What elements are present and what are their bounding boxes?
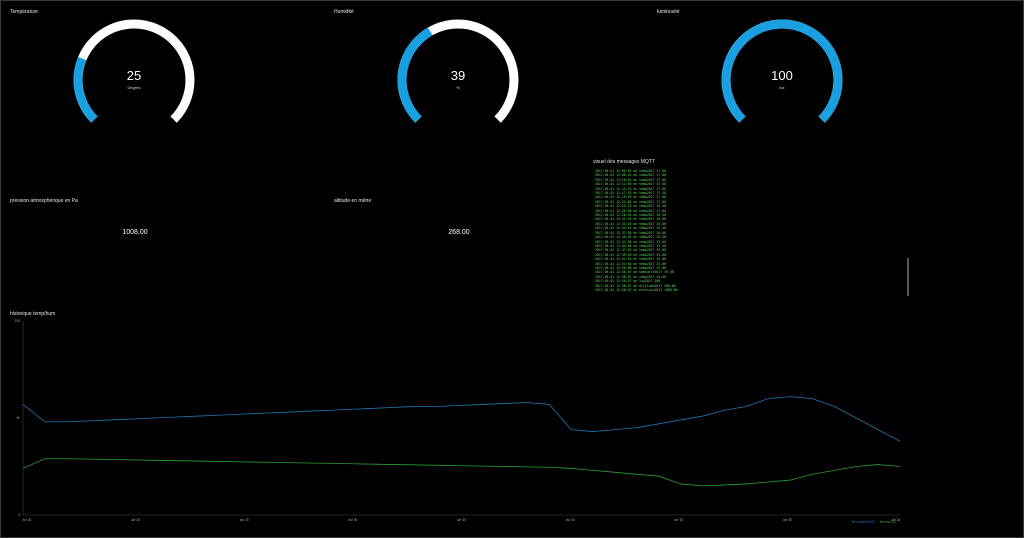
temperature-value: 25 xyxy=(126,68,142,83)
altitude-value: 268.00 xyxy=(448,229,470,236)
y-tick-label: 100 xyxy=(15,319,21,323)
x-tick-label: avr 30 xyxy=(457,518,466,522)
history-chart: 100 50 0 avr 30 avr 30 avr 30 avr 30 avr 30 avr … xyxy=(0,318,910,530)
y-tick-label: 50 xyxy=(16,416,20,420)
humidity-unit: % xyxy=(456,85,460,90)
mqtt-message: 2017-05-01 12:58:07 on pression2017 1008… xyxy=(595,287,678,292)
pressure-value: 1008.00 xyxy=(122,229,148,236)
temperature-gauge: 25 Degres xyxy=(69,18,199,128)
legend-humidity: ■ humidite2017 xyxy=(852,520,875,524)
x-tick-label: avr 30 xyxy=(240,518,249,522)
legend-humidity-label: humidite2017 xyxy=(855,520,876,524)
mqtt-message-list[interactable]: 2017-05-01 12:05:53 on temp2017 27.00 201… xyxy=(595,169,895,299)
gauge-title-luminosity: luminosité xyxy=(657,9,680,15)
x-tick-label: avr 30 xyxy=(783,518,792,522)
luminosity-unit: lux xyxy=(779,85,785,90)
legend-humidity-swatch: ■ xyxy=(852,520,855,524)
luminosity-gauge: 100 lux xyxy=(717,18,847,128)
y-tick-label: 0 xyxy=(18,513,20,517)
series-line-humidite2017 xyxy=(22,396,901,442)
pressure-title: pression atmosphérique en Pa xyxy=(10,198,78,204)
temperature-unit: Degres xyxy=(127,85,141,90)
humidity-gauge: 39 % xyxy=(393,18,523,128)
x-tick-label: avr 30 xyxy=(348,518,357,522)
series-line-temp2017 xyxy=(22,458,901,487)
x-tick-label: avr 30 xyxy=(674,518,683,522)
legend-temperature-label: temp2017 xyxy=(883,520,899,524)
gauge-title-humidity: Humidité xyxy=(334,9,354,15)
humidity-value: 39 xyxy=(450,68,466,83)
x-tick-label: avr 30 xyxy=(566,518,575,522)
mqtt-title: visuel des messages MQTT xyxy=(593,159,655,165)
history-chart-svg: 100500avr 30 avr 30 avr 30 avr 30 avr 30 avr … xyxy=(15,319,901,522)
altitude-title: altitude en mètre xyxy=(334,198,372,204)
mqtt-scrollbar[interactable] xyxy=(907,258,909,296)
gauge-title-temperature: Température xyxy=(10,9,39,15)
legend-temperature: ■ temp2017 xyxy=(880,520,898,524)
x-tick-label: avr 30 xyxy=(23,518,32,522)
x-tick-label: avr 30 xyxy=(131,518,140,522)
chart-title: historique temp/hum xyxy=(10,311,56,317)
legend-temperature-swatch: ■ xyxy=(880,520,883,524)
luminosity-value: 100 xyxy=(771,68,793,83)
